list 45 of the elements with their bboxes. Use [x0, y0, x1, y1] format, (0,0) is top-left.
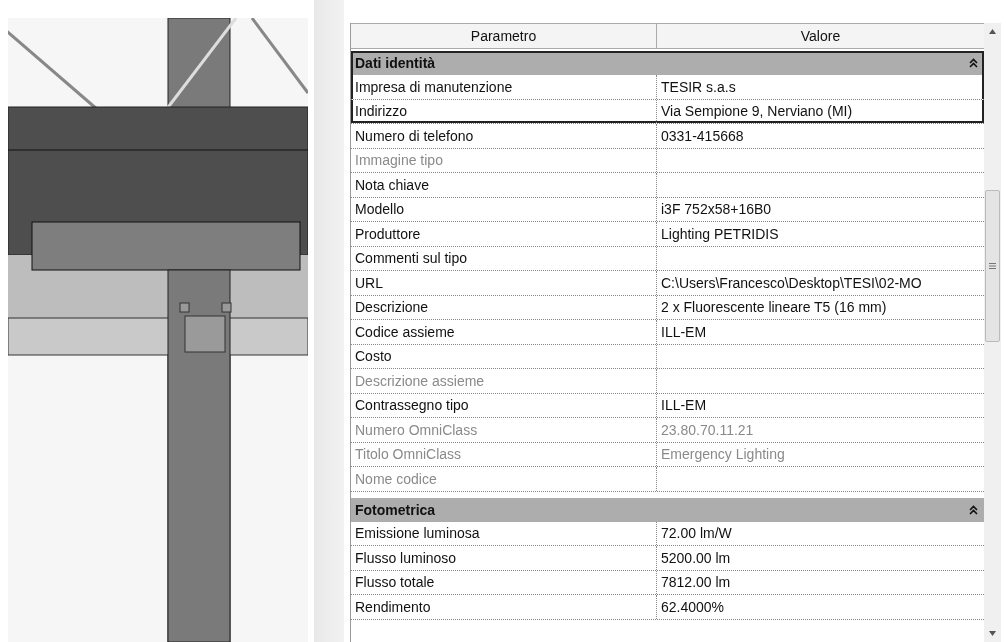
parameter-cell: Titolo OmniClass: [351, 442, 657, 466]
value-cell[interactable]: i3F 752x58+16B0: [661, 201, 772, 218]
parameter-cell: Numero di telefono: [351, 124, 657, 148]
parameter-cell: Nota chiave: [351, 173, 657, 197]
parameter-cell: Codice assieme: [351, 320, 657, 344]
scrollbar[interactable]: [984, 23, 1001, 642]
parameter-cell: URL: [351, 271, 657, 295]
value-cell[interactable]: 0331-415668: [661, 127, 744, 144]
value-cell[interactable]: C:\Users\Francesco\Desktop\TESI\02-MO: [661, 274, 922, 291]
parameter-cell: Indirizzo: [351, 99, 657, 123]
column-header[interactable]: Parametro: [351, 24, 657, 48]
value-cell[interactable]: 2 x Fluorescente lineare T5 (16 mm): [661, 299, 887, 316]
scroll-down-icon[interactable]: [989, 631, 996, 636]
scroll-up-icon[interactable]: [989, 29, 996, 34]
value-cell[interactable]: ILL-EM: [661, 397, 707, 414]
value-cell[interactable]: 7812.00 lm: [661, 574, 731, 591]
parameter-cell: Contrassegno tipo: [351, 393, 657, 417]
collapse-icon[interactable]: [969, 504, 978, 515]
grip-icon: [989, 263, 996, 269]
parameter-cell: Immagine tipo: [351, 148, 657, 172]
parameter-cell: Descrizione assieme: [351, 369, 657, 393]
group-header[interactable]: Dati identità: [351, 51, 984, 75]
parameter-cell: Descrizione: [351, 295, 657, 319]
value-cell[interactable]: ILL-EM: [661, 323, 707, 340]
parameter-cell: Emissione luminosa: [351, 521, 657, 545]
parameter-cell: Costo: [351, 344, 657, 368]
parameter-cell: Commenti sul tipo: [351, 246, 657, 270]
parameter-cell: Rendimento: [351, 595, 657, 619]
collapse-icon[interactable]: [969, 58, 978, 68]
parameter-cell: Flusso totale: [351, 570, 657, 594]
value-cell[interactable]: TESIR s.a.s: [661, 78, 736, 95]
value-cell[interactable]: 72.00 lm/W: [661, 525, 732, 542]
group-header[interactable]: Fotometrica: [351, 497, 984, 522]
parameter-cell: Nome codice: [351, 467, 657, 491]
value-cell[interactable]: Via Sempione 9, Nerviano (MI): [661, 103, 853, 120]
parameter-cell: Produttore: [351, 222, 657, 246]
parameter-cell: Impresa di manutenzione: [351, 75, 657, 99]
value-cell[interactable]: Lighting PETRIDIS: [661, 225, 779, 242]
parameter-cell: Modello: [351, 197, 657, 221]
column-header[interactable]: Valore: [657, 24, 984, 48]
value-cell[interactable]: 5200.00 lm: [661, 549, 731, 566]
parameter-cell: Numero OmniClass: [351, 418, 657, 442]
parameter-cell: Flusso luminoso: [351, 546, 657, 570]
scrollbar-thumb[interactable]: [985, 190, 1000, 342]
value-cell[interactable]: 62.4000%: [661, 598, 725, 615]
